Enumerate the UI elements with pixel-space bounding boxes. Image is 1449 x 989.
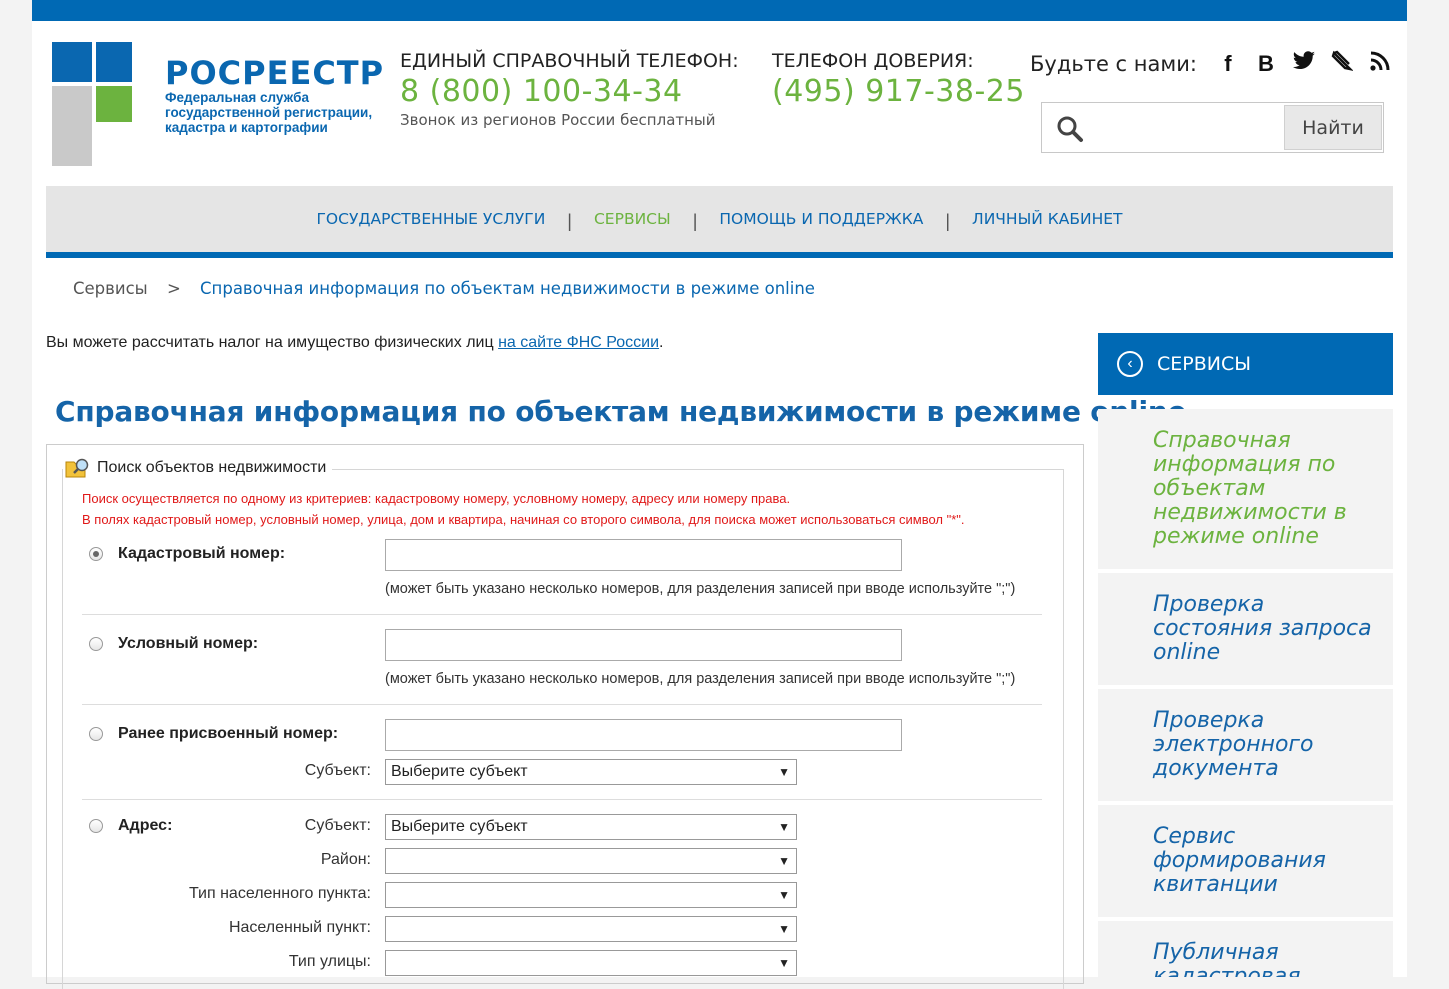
logo-subtitle: Федеральная служба государственной регис… xyxy=(165,90,373,135)
settlement-type-label: Тип населенного пункта: xyxy=(188,885,371,902)
district-label: Район: xyxy=(320,851,371,868)
sidebar-item-cadastral-map[interactable]: Публичная кадастровая карта xyxy=(1098,921,1393,977)
chevron-down-icon: ▼ xyxy=(778,922,790,936)
cadastral-number-input[interactable] xyxy=(385,539,902,571)
vkontakte-icon[interactable]: B xyxy=(1247,51,1285,77)
livejournal-icon[interactable] xyxy=(1323,50,1361,78)
previous-number-input[interactable] xyxy=(385,719,902,751)
previous-number-radio[interactable] xyxy=(89,727,103,741)
previous-subject-value: Выберите субъект xyxy=(391,763,528,780)
settlement-label: Населенный пункт: xyxy=(228,919,371,936)
main-nav: ГОСУДАРСТВЕННЫЕ УСЛУГИ | СЕРВИСЫ | ПОМОЩ… xyxy=(46,186,1393,252)
trust-line-block: ТЕЛЕФОН ДОВЕРИЯ: (495) 917-38-25 xyxy=(772,50,1025,109)
tax-notice-text: Вы можете рассчитать налог на имущество … xyxy=(46,334,499,351)
street-type-select[interactable]: ▼ xyxy=(385,950,797,976)
sidebar-header: ‹ СЕРВИСЫ xyxy=(1098,333,1393,395)
page-title: Справочная информация по объектам недвиж… xyxy=(55,395,1187,428)
chevron-down-icon: ▼ xyxy=(778,765,790,779)
cadastral-label: Кадастровый номер: xyxy=(118,545,286,562)
sidebar-item-receipt[interactable]: Сервис формирования квитанции xyxy=(1098,805,1393,917)
nav-item-gov-services[interactable]: ГОСУДАРСТВЕННЫЕ УСЛУГИ xyxy=(316,210,545,228)
chevron-left-icon[interactable]: ‹ xyxy=(1117,351,1143,377)
divider xyxy=(82,614,1042,615)
nav-separator: | xyxy=(945,210,951,231)
hotline-label: ЕДИНЫЙ СПРАВОЧНЫЙ ТЕЛЕФОН: xyxy=(400,50,739,72)
cadastral-hint: (может быть указано несколько номеров, д… xyxy=(385,581,1016,597)
conditional-radio[interactable] xyxy=(89,637,103,651)
hotline-block: ЕДИНЫЙ СПРАВОЧНЫЙ ТЕЛЕФОН: 8 (800) 100-3… xyxy=(400,50,739,129)
address-subject-label: Субъект: xyxy=(304,817,371,834)
rss-icon[interactable] xyxy=(1361,50,1399,78)
trust-line-number[interactable]: (495) 917-38-25 xyxy=(772,74,1025,109)
sidebar-item-label: Проверка электронного документа xyxy=(1153,708,1314,781)
sidebar-item-request-status[interactable]: Проверка состояния запроса online xyxy=(1098,573,1393,685)
divider xyxy=(82,799,1042,800)
breadcrumb-current: Справочная информация по объектам недвиж… xyxy=(200,279,815,298)
address-subject-select[interactable]: Выберите субъект ▼ xyxy=(385,814,797,840)
form-legend: Поиск объектов недвижимости xyxy=(63,457,333,479)
breadcrumb-services-link[interactable]: Сервисы xyxy=(73,279,148,298)
tax-notice-end: . xyxy=(659,334,664,351)
sidebar-title: СЕРВИСЫ xyxy=(1157,353,1252,375)
address-subject-value: Выберите субъект xyxy=(391,818,528,835)
chevron-down-icon: ▼ xyxy=(778,820,790,834)
sidebar-item-label: Сервис формирования квитанции xyxy=(1153,824,1326,897)
cadastral-radio[interactable] xyxy=(89,547,103,561)
social-links: Будьте с нами: f B xyxy=(1030,48,1399,80)
nav-separator: | xyxy=(692,210,698,231)
hotline-number[interactable]: 8 (800) 100-34-34 xyxy=(400,74,739,109)
rosreestr-logo[interactable]: РОСРЕЕСТР Федеральная служба государстве… xyxy=(52,42,383,167)
previous-subject-select[interactable]: Выберите субъект ▼ xyxy=(385,759,797,785)
district-select[interactable]: ▼ xyxy=(385,848,797,874)
chevron-down-icon: ▼ xyxy=(778,854,790,868)
search-input[interactable] xyxy=(1092,105,1286,152)
logo-title: РОСРЕЕСТР xyxy=(165,54,385,92)
breadcrumb-separator: > xyxy=(166,279,181,298)
hotline-note: Звонок из регионов России бесплатный xyxy=(400,111,716,129)
search-button[interactable]: Найти xyxy=(1284,105,1382,150)
wildcard-hint: В полях кадастровый номер, условный номе… xyxy=(82,512,965,527)
facebook-icon[interactable]: f xyxy=(1209,51,1247,77)
conditional-number-input[interactable] xyxy=(385,629,902,661)
previous-number-label: Ранее присвоенный номер: xyxy=(118,725,339,742)
search-criteria-hint: Поиск осуществляется по одному из критер… xyxy=(82,491,791,506)
chevron-down-icon: ▼ xyxy=(778,956,790,970)
form-legend-label: Поиск объектов недвижимости xyxy=(97,459,327,476)
nav-underline xyxy=(46,252,1393,258)
previous-subject-label: Субъект: xyxy=(304,762,371,779)
divider xyxy=(82,704,1042,705)
sidebar-item-label: Проверка состояния запроса online xyxy=(1153,592,1372,665)
top-bar xyxy=(32,0,1407,21)
sidebar-item-reference-info[interactable]: Справочная информация по объектам недвиж… xyxy=(1098,409,1393,569)
street-type-label: Тип улицы: xyxy=(288,953,371,970)
nav-separator: | xyxy=(567,210,572,231)
nav-item-account[interactable]: ЛИЧНЫЙ КАБИНЕТ xyxy=(972,210,1122,228)
trust-line-label: ТЕЛЕФОН ДОВЕРИЯ: xyxy=(772,50,974,72)
search-icon xyxy=(1057,116,1083,142)
nav-item-services[interactable]: СЕРВИСЫ xyxy=(594,210,671,228)
twitter-icon[interactable] xyxy=(1285,51,1323,77)
tax-notice: Вы можете рассчитать налог на имущество … xyxy=(46,334,664,352)
sidebar-item-label: Публичная кадастровая карта xyxy=(1153,940,1301,978)
social-label: Будьте с нами: xyxy=(1030,52,1197,76)
chevron-down-icon: ▼ xyxy=(778,888,790,902)
sidebar-item-document-check[interactable]: Проверка электронного документа xyxy=(1098,689,1393,801)
settlement-select[interactable]: ▼ xyxy=(385,916,797,942)
nav-item-help[interactable]: ПОМОЩЬ И ПОДДЕРЖКА xyxy=(719,210,923,228)
folder-search-icon xyxy=(65,458,89,478)
address-radio[interactable] xyxy=(89,819,103,833)
site-search: Найти xyxy=(1041,102,1384,153)
settlement-type-select[interactable]: ▼ xyxy=(385,882,797,908)
conditional-hint: (может быть указано несколько номеров, д… xyxy=(385,671,1016,687)
conditional-label: Условный номер: xyxy=(118,635,259,652)
fns-link[interactable]: на сайте ФНС России xyxy=(498,334,659,351)
logo-emblem-icon xyxy=(52,42,132,166)
sidebar-item-label: Справочная информация по объектам недвиж… xyxy=(1153,428,1347,549)
breadcrumb: Сервисы > Справочная информация по объек… xyxy=(73,279,815,298)
page: РОСРЕЕСТР Федеральная служба государстве… xyxy=(32,0,1407,989)
